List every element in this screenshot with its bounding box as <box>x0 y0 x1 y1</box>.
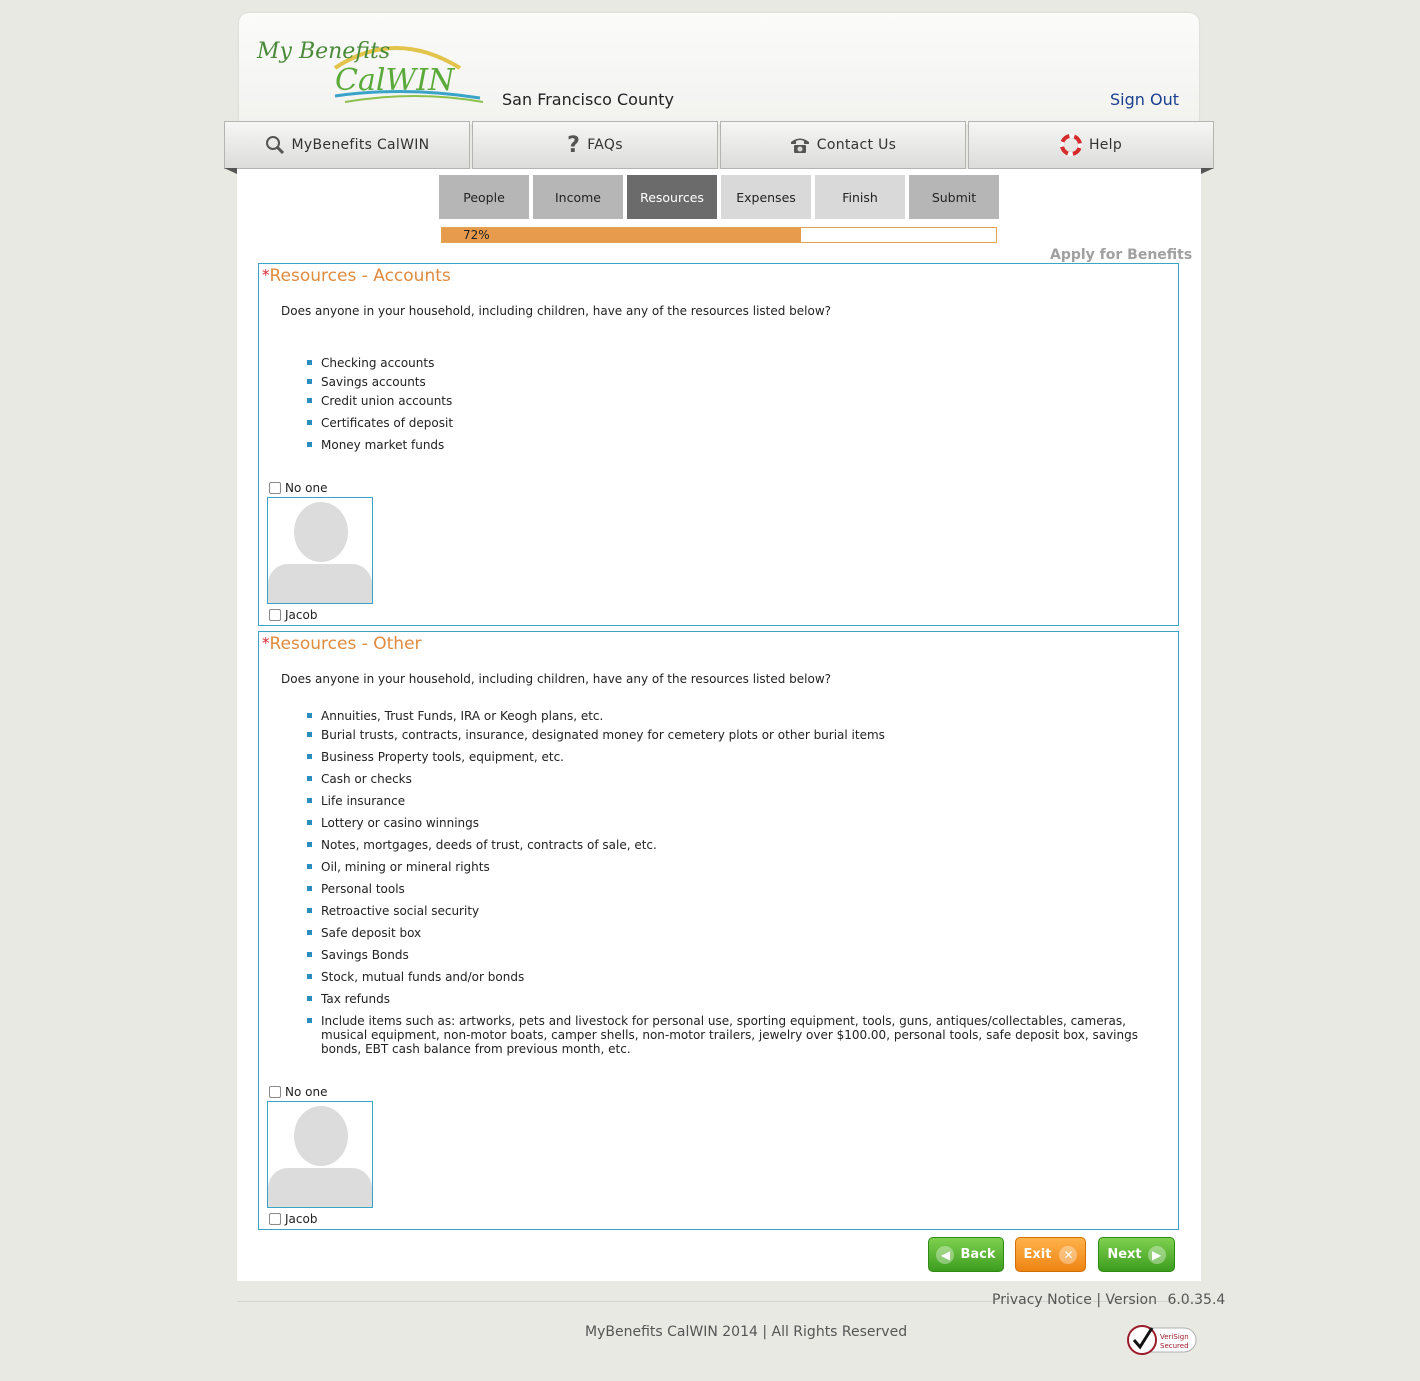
avatar-head <box>294 502 348 562</box>
list-item: Checking accounts <box>307 356 1167 370</box>
back-button[interactable]: ◀ Back <box>928 1237 1004 1272</box>
apply-for-benefits-heading: Apply for Benefits <box>1050 247 1193 263</box>
avatar-head <box>294 1106 348 1166</box>
lifebuoy-icon <box>1059 134 1082 156</box>
copyright: MyBenefits CalWIN 2014 | All Rights Rese… <box>585 1324 908 1340</box>
person-option: Jacob <box>269 1212 317 1226</box>
nav-corner-left <box>224 168 237 174</box>
next-label: Next <box>1107 1247 1142 1262</box>
no-one-label: No one <box>285 481 328 495</box>
person-avatar[interactable] <box>267 497 373 604</box>
nav-mybenefits-calwin[interactable]: MyBenefits CalWIN <box>224 121 470 169</box>
resource-list: Annuities, Trust Funds, IRA or Keogh pla… <box>307 709 1167 1056</box>
list-item: Burial trusts, contracts, insurance, des… <box>307 728 1167 742</box>
person-checkbox[interactable] <box>269 1213 281 1225</box>
phone-icon <box>790 136 810 154</box>
section-title: *Resources - Other <box>262 634 422 654</box>
progress-fill <box>442 228 801 242</box>
no-one-option: No one <box>269 481 327 495</box>
close-icon: ✕ <box>1059 1245 1078 1264</box>
no-one-option: No one <box>269 1085 327 1099</box>
nav-contact-us[interactable]: Contact Us <box>720 121 966 169</box>
section-title: *Resources - Accounts <box>262 266 451 286</box>
list-item: Include items such as: artworks, pets an… <box>307 1014 1167 1056</box>
privacy-notice-link[interactable]: Privacy Notice <box>992 1292 1092 1308</box>
top-navigation: MyBenefits CalWIN ? FAQs Contact Us Help <box>224 121 1214 169</box>
verisign-seal-icon[interactable]: VeriSign Secured <box>1126 1324 1198 1356</box>
list-item: Notes, mortgages, deeds of trust, contra… <box>307 838 1167 852</box>
footer-separator: | <box>1096 1292 1102 1308</box>
nav-label: Contact Us <box>816 137 897 153</box>
section-title-text: Resources - Other <box>269 634 422 654</box>
list-item: Retroactive social security <box>307 904 1167 918</box>
step-income[interactable]: Income <box>533 175 623 219</box>
version-label: Version <box>1105 1292 1157 1308</box>
county-label: San Francisco County <box>502 90 674 109</box>
list-item: Lottery or casino winnings <box>307 816 1167 830</box>
progress-label: 72% <box>463 228 490 242</box>
logo-text-calwin: CalWIN <box>335 63 456 98</box>
seal-text-verisign: VeriSign <box>1160 1333 1189 1341</box>
list-item: Personal tools <box>307 882 1167 896</box>
step-tabs: People Income Resources Expenses Finish … <box>439 175 1003 219</box>
section-question: Does anyone in your household, including… <box>281 304 832 318</box>
list-item: Safe deposit box <box>307 926 1167 940</box>
nav-label: Help <box>1088 137 1123 153</box>
step-expenses[interactable]: Expenses <box>721 175 811 219</box>
list-item: Savings accounts <box>307 375 1167 389</box>
exit-label: Exit <box>1023 1247 1052 1262</box>
mybenefits-calwin-logo[interactable]: My Benefits CalWIN <box>255 28 485 108</box>
nav-label: FAQs <box>587 137 623 153</box>
required-mark: * <box>262 266 270 284</box>
arrow-right-icon: ▶ <box>1147 1245 1166 1264</box>
section-title-text: Resources - Accounts <box>269 266 451 286</box>
avatar-body <box>268 564 372 603</box>
nav-help[interactable]: Help <box>968 121 1214 169</box>
nav-label: MyBenefits CalWIN <box>291 137 430 153</box>
search-icon <box>265 135 285 155</box>
person-option: Jacob <box>269 608 317 622</box>
list-item: Stock, mutual funds and/or bonds <box>307 970 1167 984</box>
sign-out-link[interactable]: Sign Out <box>1110 90 1179 109</box>
step-people[interactable]: People <box>439 175 529 219</box>
required-mark: * <box>262 634 270 652</box>
list-item: Cash or checks <box>307 772 1167 786</box>
list-item: Life insurance <box>307 794 1167 808</box>
question-icon: ? <box>567 132 581 158</box>
exit-button[interactable]: Exit ✕ <box>1015 1237 1086 1272</box>
seal-text-secured: Secured <box>1160 1342 1189 1350</box>
list-item: Certificates of deposit <box>307 416 1167 430</box>
logo-text-mybenefits: My Benefits <box>256 39 390 64</box>
version-number: 6.0.35.4 <box>1167 1292 1226 1308</box>
step-resources[interactable]: Resources <box>627 175 717 219</box>
person-avatar[interactable] <box>267 1101 373 1208</box>
avatar-body <box>268 1168 372 1207</box>
list-item: Annuities, Trust Funds, IRA or Keogh pla… <box>307 709 1167 723</box>
nav-corner-right <box>1201 168 1214 174</box>
no-one-label: No one <box>285 1085 328 1099</box>
person-name: Jacob <box>285 1212 318 1226</box>
step-finish[interactable]: Finish <box>815 175 905 219</box>
progress-bar: 72% <box>441 227 997 243</box>
person-checkbox[interactable] <box>269 609 281 621</box>
list-item: Credit union accounts <box>307 394 1167 408</box>
footer-links: Privacy Notice | Version 6.0.35.4 <box>992 1292 1225 1308</box>
list-item: Money market funds <box>307 438 1167 452</box>
nav-faqs[interactable]: ? FAQs <box>472 121 718 169</box>
back-label: Back <box>960 1247 996 1262</box>
resource-list: Checking accounts Savings accounts Credi… <box>307 356 1167 452</box>
list-item: Oil, mining or mineral rights <box>307 860 1167 874</box>
no-one-checkbox[interactable] <box>269 482 281 494</box>
arrow-left-icon: ◀ <box>936 1245 955 1264</box>
person-name: Jacob <box>285 608 318 622</box>
step-submit[interactable]: Submit <box>909 175 999 219</box>
section-question: Does anyone in your household, including… <box>281 672 832 686</box>
section-resources-accounts: *Resources - Accounts Does anyone in you… <box>258 263 1179 626</box>
list-item: Business Property tools, equipment, etc. <box>307 750 1167 764</box>
list-item: Savings Bonds <box>307 948 1167 962</box>
no-one-checkbox[interactable] <box>269 1086 281 1098</box>
list-item: Tax refunds <box>307 992 1167 1006</box>
next-button[interactable]: Next ▶ <box>1098 1237 1175 1272</box>
section-resources-other: *Resources - Other Does anyone in your h… <box>258 631 1179 1230</box>
